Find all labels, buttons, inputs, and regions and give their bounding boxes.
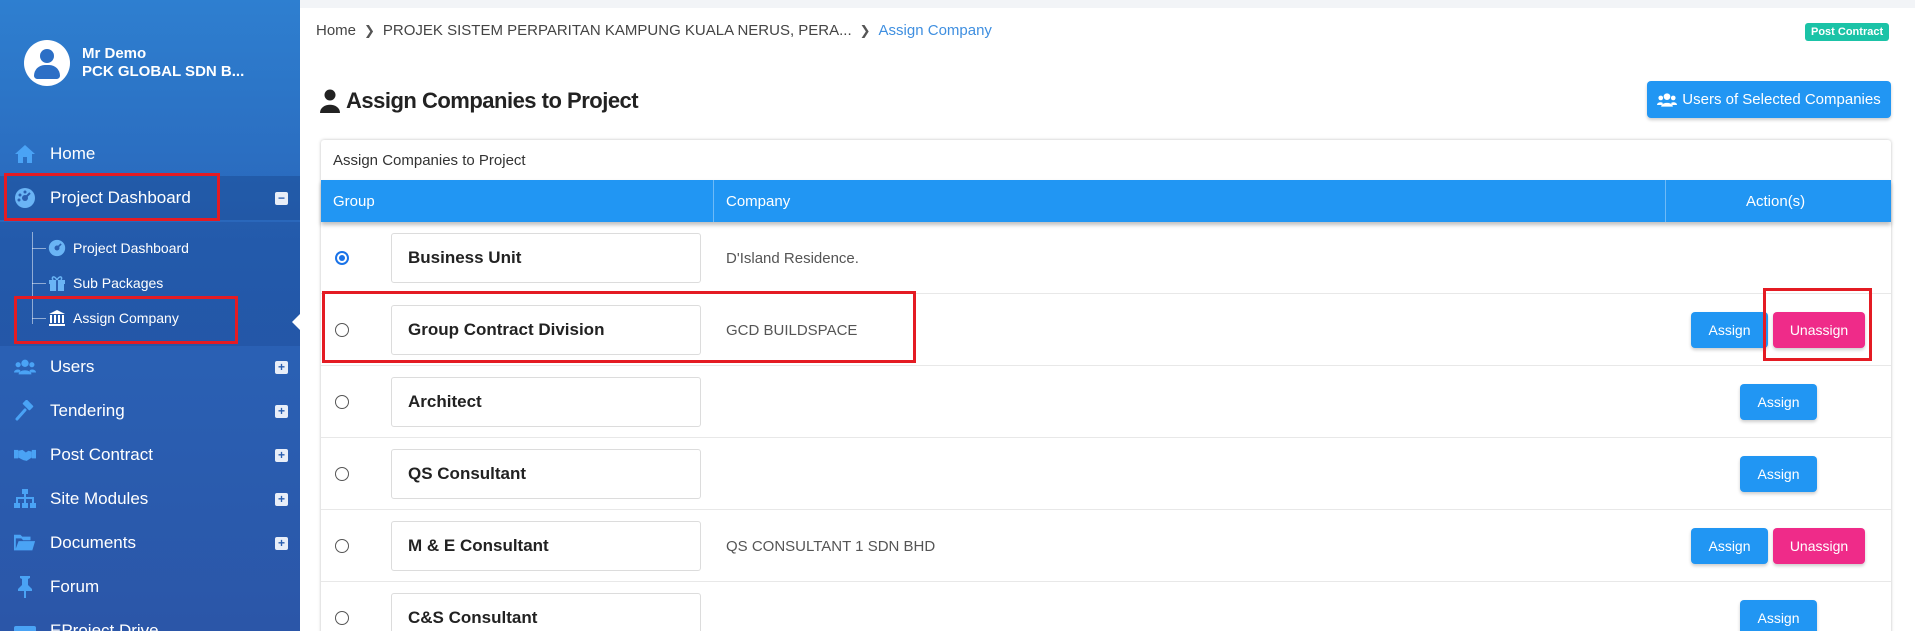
row-radio[interactable] (335, 323, 349, 337)
expand-toggle-icon[interactable]: + (275, 492, 288, 506)
sitemap-icon (14, 488, 36, 510)
expand-toggle-icon[interactable]: + (275, 448, 288, 462)
submenu-item-label: Sub Packages (73, 275, 164, 291)
company-name: QS CONSULTANT 1 SDN BHD (726, 537, 936, 555)
column-header-company: Company (726, 192, 791, 210)
panel-title: Assign Companies to Project (333, 152, 526, 169)
sidebar-item-project-dashboard[interactable]: Project Dashboard − (0, 176, 300, 220)
row-radio[interactable] (335, 395, 349, 409)
table-row: QS Consultant Assign (321, 438, 1891, 510)
group-name: QS Consultant (391, 449, 701, 499)
bank-icon (48, 309, 66, 327)
sidebar-item-label: Documents (50, 533, 136, 552)
submenu-item-project-dashboard[interactable]: Project Dashboard (48, 233, 189, 263)
user-name: Mr Demo (82, 45, 147, 62)
users-of-selected-companies-button[interactable]: Users of Selected Companies (1647, 81, 1891, 118)
expand-toggle-icon[interactable]: + (275, 404, 288, 418)
user-icon (318, 89, 342, 113)
sidebar-item-label: Site Modules (50, 489, 149, 508)
table-row: Business Unit D'Island Residence. (321, 222, 1891, 294)
assign-button[interactable]: Assign (1740, 600, 1817, 631)
row-radio[interactable] (335, 611, 349, 625)
group-name: Architect (391, 377, 701, 427)
user-profile[interactable]: Mr Demo PCK GLOBAL SDN B... (24, 40, 244, 86)
company-name: D'Island Residence. (726, 249, 859, 267)
home-icon (14, 143, 36, 165)
gift-icon (48, 274, 66, 292)
sidebar-item-tendering[interactable]: Tendering + (0, 389, 300, 433)
row-radio[interactable] (335, 251, 349, 265)
submenu-item-assign-company[interactable]: Assign Company (48, 303, 179, 333)
sidebar-item-label: Tendering (50, 401, 125, 420)
expand-toggle-icon[interactable]: + (275, 536, 288, 550)
table-row: C&S Consultant Assign (321, 582, 1891, 631)
active-indicator (292, 312, 302, 332)
table-row: M & E Consultant QS CONSULTANT 1 SDN BHD… (321, 510, 1891, 582)
chevron-right-icon: ❯ (859, 22, 871, 38)
column-header-actions: Action(s) (1746, 192, 1806, 210)
chevron-right-icon: ❯ (364, 22, 375, 38)
row-radio[interactable] (335, 467, 349, 481)
company-name: GCD BUILDSPACE (726, 321, 858, 339)
drive-icon (14, 620, 36, 631)
unassign-button[interactable]: Unassign (1773, 528, 1865, 564)
sidebar-item-label: Home (50, 144, 96, 163)
sidebar-item-post-contract[interactable]: Post Contract + (0, 433, 300, 477)
status-badge: Post Contract (1805, 23, 1890, 41)
assign-button[interactable]: Assign (1740, 456, 1817, 492)
folder-open-icon (14, 532, 36, 554)
table-header: Group Company Action(s) (321, 180, 1891, 222)
pin-icon (14, 576, 36, 598)
breadcrumb: Home ❯ PROJEK SISTEM PERPARITAN KAMPUNG … (316, 22, 992, 39)
user-company: PCK GLOBAL SDN B... (82, 63, 245, 80)
sidebar: Mr Demo PCK GLOBAL SDN B... Home Project… (0, 0, 302, 631)
group-name: C&S Consultant (391, 593, 701, 631)
breadcrumb-current: Assign Company (878, 22, 992, 39)
collapse-toggle-icon[interactable]: − (275, 191, 288, 205)
sidebar-item-home[interactable]: Home (0, 132, 300, 176)
dashboard-icon (14, 187, 36, 209)
row-radio[interactable] (335, 539, 349, 553)
page-title: Assign Companies to Project (318, 88, 639, 114)
group-name: Business Unit (391, 233, 701, 283)
sidebar-item-documents[interactable]: Documents + (0, 521, 300, 565)
sidebar-item-label: Post Contract (50, 445, 153, 464)
handshake-icon (14, 444, 36, 466)
column-header-group: Group (333, 192, 375, 210)
group-name: Group Contract Division (391, 305, 701, 355)
sidebar-item-users[interactable]: Users + (0, 345, 300, 389)
gavel-icon (14, 400, 36, 422)
unassign-button[interactable]: Unassign (1773, 312, 1865, 348)
users-icon (1657, 92, 1678, 108)
group-name: M & E Consultant (391, 521, 701, 571)
dashboard-icon (48, 239, 66, 257)
expand-toggle-icon[interactable]: + (275, 360, 288, 374)
sidebar-item-label: Users (50, 357, 95, 376)
sidebar-item-site-modules[interactable]: Site Modules + (0, 477, 300, 521)
breadcrumb-home[interactable]: Home (316, 22, 356, 39)
breadcrumb-project[interactable]: PROJEK SISTEM PERPARITAN KAMPUNG KUALA N… (383, 22, 852, 39)
submenu-item-label: Assign Company (73, 310, 179, 326)
table-row: Architect Assign (321, 366, 1891, 438)
sidebar-item-eproject-drive[interactable]: EProject Drive (0, 609, 300, 631)
assign-button[interactable]: Assign (1691, 312, 1768, 348)
submenu-item-sub-packages[interactable]: Sub Packages (48, 268, 163, 298)
submenu-item-label: Project Dashboard (73, 240, 189, 256)
assign-button[interactable]: Assign (1691, 528, 1768, 564)
assign-button[interactable]: Assign (1740, 384, 1817, 420)
sidebar-item-label: Project Dashboard (50, 188, 191, 207)
sidebar-item-forum[interactable]: Forum (0, 565, 300, 609)
avatar (24, 40, 70, 86)
sidebar-item-label: EProject Drive (50, 621, 159, 631)
sidebar-item-label: Forum (50, 577, 100, 596)
top-bar (300, 0, 1915, 8)
assign-companies-panel: Assign Companies to Project Group Compan… (321, 140, 1891, 631)
table-row: Group Contract Division GCD BUILDSPACE A… (321, 294, 1891, 366)
tree-line (32, 232, 33, 324)
users-icon (14, 356, 36, 378)
